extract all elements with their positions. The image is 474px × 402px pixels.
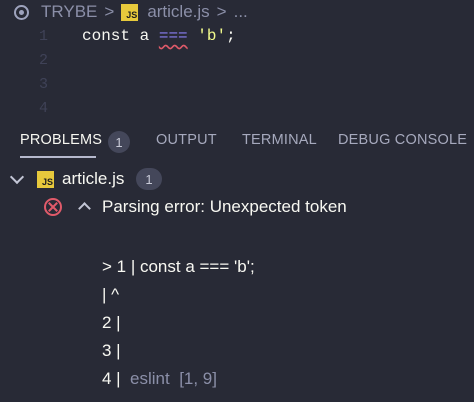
error-detail-line: | ^ bbox=[102, 285, 120, 304]
breadcrumb-folder[interactable]: TRYBE bbox=[41, 2, 97, 22]
breadcrumb-file[interactable]: article.js bbox=[147, 2, 209, 22]
string-literal: 'b' bbox=[197, 27, 227, 45]
problems-count-badge: 1 bbox=[108, 131, 130, 153]
code-line[interactable]: 1 const a === 'b'; bbox=[0, 24, 474, 48]
code-line[interactable]: 4 bbox=[0, 96, 474, 120]
keyword: const bbox=[82, 27, 131, 45]
breadcrumb: TRYBE > JS article.js > ... bbox=[0, 0, 474, 24]
error-source: eslint bbox=[130, 369, 170, 388]
js-file-icon: JS bbox=[121, 3, 139, 21]
line-number: 2 bbox=[38, 51, 48, 69]
chevron-right-icon: > bbox=[104, 2, 115, 21]
error-message: Parsing error: Unexpected token bbox=[102, 197, 347, 216]
tab-terminal[interactable]: TERMINAL bbox=[242, 132, 317, 158]
identifier: a bbox=[139, 27, 150, 45]
error-position: [1, 9] bbox=[179, 369, 217, 388]
folder-circle-icon bbox=[14, 4, 29, 20]
problem-error-row[interactable]: Parsing error: Unexpected token bbox=[0, 194, 474, 220]
tab-output[interactable]: OUTPUT bbox=[156, 132, 217, 158]
file-problem-count-badge: 1 bbox=[136, 168, 162, 190]
code-content[interactable]: const a === 'b'; bbox=[82, 27, 236, 45]
tab-problems[interactable]: PROBLEMS bbox=[20, 132, 102, 158]
chevron-right-icon: > bbox=[216, 2, 227, 21]
line-number: 3 bbox=[38, 75, 48, 93]
line-number: 4 bbox=[38, 99, 48, 117]
active-tab-indicator bbox=[20, 156, 96, 158]
error-detail-line: 3 | bbox=[102, 341, 121, 360]
chevron-down-icon[interactable] bbox=[9, 169, 25, 185]
line-number: 1 bbox=[38, 27, 48, 45]
problem-file-name: article.js bbox=[62, 169, 125, 188]
error-detail-line: 2 | bbox=[102, 313, 121, 332]
error-icon bbox=[44, 198, 62, 216]
chevron-up-icon[interactable] bbox=[78, 202, 91, 215]
operator-with-error: === bbox=[158, 27, 188, 45]
tab-debug-console[interactable]: DEBUG CONSOLE bbox=[338, 132, 467, 158]
breadcrumb-more[interactable]: ... bbox=[234, 2, 248, 22]
semicolon: ; bbox=[226, 27, 236, 45]
js-file-icon: JS bbox=[37, 171, 54, 188]
error-detail-line: > 1 | const a === 'b'; bbox=[102, 257, 255, 276]
error-detail-line-text: 4 | bbox=[102, 369, 121, 388]
code-line[interactable]: 2 bbox=[0, 48, 474, 72]
error-detail-line-last: 4 | eslint [1, 9] bbox=[102, 369, 217, 389]
code-line[interactable]: 3 bbox=[0, 72, 474, 96]
problem-file-row[interactable]: JS article.js 1 bbox=[0, 166, 474, 192]
code-editor[interactable]: 1 const a === 'b'; 2 3 4 bbox=[0, 24, 474, 124]
